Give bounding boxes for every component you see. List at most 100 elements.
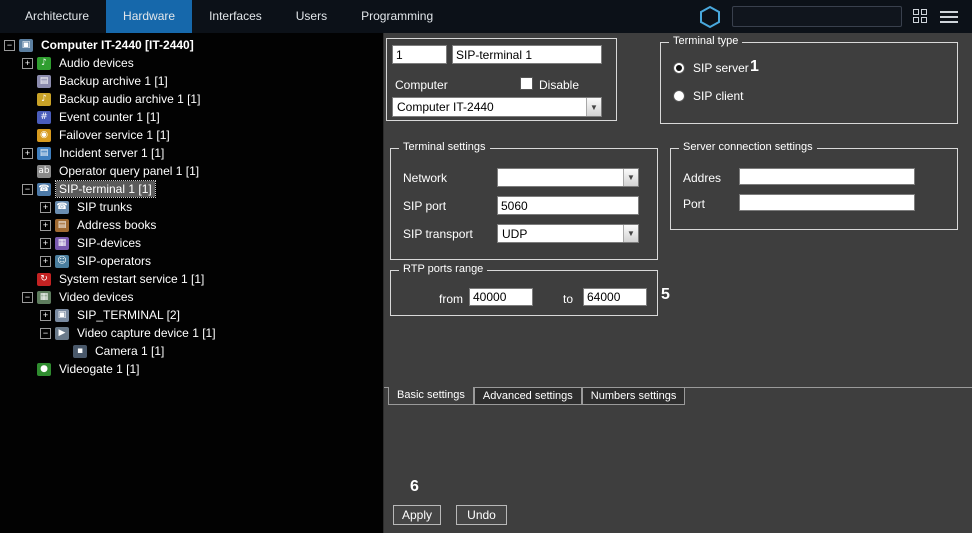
tree-item-address-books[interactable]: + ▤ Address books	[0, 216, 383, 234]
tree-item-videogate-1-1[interactable]: ●Videogate 1 [1]	[0, 360, 383, 378]
app-window: ArchitectureHardwareInterfacesUsersProgr…	[0, 0, 972, 533]
tree-item-failover-service-1-1[interactable]: ◉Failover service 1 [1]	[0, 126, 383, 144]
sip-operators-icon: ☺	[55, 255, 69, 268]
incident-server-icon: ▤	[37, 147, 51, 160]
tree-item-label: SIP-terminal 1 [1]	[56, 181, 155, 197]
tree-item-label: Backup archive 1 [1]	[56, 73, 171, 89]
annotation-1: 1	[750, 58, 759, 76]
rtp-to-field[interactable]	[583, 288, 647, 306]
nav-item-users[interactable]: Users	[279, 0, 344, 33]
chevron-down-icon: ▼	[623, 169, 638, 186]
expander-icon[interactable]: +	[40, 238, 51, 249]
burger-bar	[940, 16, 958, 18]
event-counter-icon: #	[37, 111, 51, 124]
grid-cell	[921, 9, 927, 15]
tree-item-label: Event counter 1 [1]	[56, 109, 163, 125]
tree-item-system-restart-service-1-1[interactable]: ↻System restart service 1 [1]	[0, 270, 383, 288]
computer-select[interactable]: Computer IT-2440 ▼	[392, 97, 602, 117]
tree-item-sip-operators[interactable]: + ☺ SIP-operators	[0, 252, 383, 270]
tree-item-label: Backup audio archive 1 [1]	[56, 91, 203, 107]
search-input[interactable]	[732, 6, 902, 27]
identity-box: Computer Disable Computer IT-2440 ▼	[386, 38, 617, 121]
nav-item-hardware[interactable]: Hardware	[106, 0, 192, 33]
topbar-right	[699, 5, 972, 29]
backup-archive-icon: ▤	[37, 75, 51, 88]
radio-sip-client[interactable]	[673, 90, 685, 102]
tree-item-label: Address books	[74, 217, 159, 233]
object-id-field[interactable]	[392, 45, 447, 64]
tab-numbers-settings[interactable]: Numbers settings	[582, 388, 686, 405]
tab-advanced-settings[interactable]: Advanced settings	[474, 388, 582, 405]
network-select[interactable]: ▼	[497, 168, 639, 187]
tree-item-camera-1-1[interactable]: ▪ Camera 1 [1]	[0, 342, 383, 360]
sip-trunks-icon: ☎	[55, 201, 69, 214]
sip-port-label: SIP port	[403, 199, 446, 213]
tree-item-sip-terminal-2[interactable]: +▣SIP_TERMINAL [2]	[0, 306, 383, 324]
expander-icon[interactable]: −	[22, 184, 33, 195]
nav-item-programming[interactable]: Programming	[344, 0, 450, 33]
tree-item-backup-archive-1-1[interactable]: ▤ Backup archive 1 [1]	[0, 72, 383, 90]
tree-item-label: Camera 1 [1]	[92, 343, 167, 359]
expander-icon[interactable]: +	[40, 256, 51, 267]
video-camera-icon: ▣	[55, 309, 69, 322]
tree-item-backup-audio-archive-1-1[interactable]: ♪Backup audio archive 1 [1]	[0, 90, 383, 108]
camera-icon: ▪	[73, 345, 87, 358]
annotation-4: 4	[603, 223, 612, 241]
tree-item-sip-terminal-1-1[interactable]: −☎SIP-terminal 1 [1]	[0, 180, 383, 198]
object-name-field[interactable]	[452, 45, 602, 64]
tree-item-video-devices[interactable]: −▦Video devices	[0, 288, 383, 306]
tree-item-label: Video capture device 1 [1]	[74, 325, 219, 341]
expander-icon[interactable]: +	[40, 220, 51, 231]
computer-select-value: Computer IT-2440	[397, 100, 584, 114]
tree-item-operator-query-panel-1-1[interactable]: abOperator query panel 1 [1]	[0, 162, 383, 180]
address-books-icon: ▤	[55, 219, 69, 232]
disable-checkbox[interactable]	[520, 77, 533, 90]
port-field[interactable]	[739, 194, 915, 211]
radio-sip-server[interactable]	[673, 62, 685, 74]
main-menu: ArchitectureHardwareInterfacesUsersProgr…	[8, 0, 450, 33]
apply-button[interactable]: Apply	[393, 505, 441, 525]
expander-icon[interactable]: −	[40, 328, 51, 339]
sip-devices-icon: ▦	[55, 237, 69, 250]
hamburger-menu-icon[interactable]	[940, 11, 958, 23]
tree-item-audio-devices[interactable]: +♪Audio devices	[0, 54, 383, 72]
rtp-ports-caption: RTP ports range	[399, 263, 487, 275]
tree-item-label: SIP-operators	[74, 253, 154, 269]
terminal-settings-caption: Terminal settings	[399, 141, 490, 153]
terminal-type-option-sip-client[interactable]: SIP client	[673, 89, 743, 103]
grid-view-icon[interactable]	[913, 9, 929, 25]
chevron-down-icon: ▼	[623, 225, 638, 242]
port-label: Port	[683, 197, 705, 211]
tab-basic-settings[interactable]: Basic settings	[388, 387, 474, 405]
tree-item-label: Videogate 1 [1]	[56, 361, 143, 377]
terminal-type-option-sip-server[interactable]: SIP server	[673, 61, 749, 75]
annotation-5: 5	[661, 286, 670, 304]
nav-item-architecture[interactable]: Architecture	[8, 0, 106, 33]
expander-icon[interactable]: +	[22, 58, 33, 69]
expander-icon[interactable]: +	[40, 310, 51, 321]
rtp-from-field[interactable]	[469, 288, 533, 306]
undo-button[interactable]: Undo	[456, 505, 507, 525]
top-nav: ArchitectureHardwareInterfacesUsersProgr…	[0, 0, 972, 33]
expander-icon[interactable]: +	[22, 148, 33, 159]
tree-item-sip-trunks[interactable]: +☎SIP trunks	[0, 198, 383, 216]
nav-item-interfaces[interactable]: Interfaces	[192, 0, 279, 33]
burger-bar	[940, 11, 958, 13]
tree-item-sip-devices[interactable]: +▦SIP-devices	[0, 234, 383, 252]
sip-transport-select[interactable]: UDP ▼	[497, 224, 639, 243]
addres-field[interactable]	[739, 168, 915, 185]
expander-icon[interactable]: +	[40, 202, 51, 213]
rtp-to-label: to	[563, 292, 573, 306]
settings-tabs: Basic settingsAdvanced settingsNumbers s…	[384, 387, 972, 407]
grid-cell	[913, 17, 919, 23]
addres-label: Addres	[683, 171, 721, 185]
radio-label: SIP client	[693, 89, 743, 103]
chevron-down-icon: ▼	[586, 98, 601, 116]
expander-icon[interactable]: −	[4, 40, 15, 51]
tree-item-incident-server-1-1[interactable]: +▤Incident server 1 [1]	[0, 144, 383, 162]
terminal-type-group: Terminal type SIP serverSIP client	[660, 42, 958, 124]
tree-item-video-capture-device-1-1[interactable]: −▶Video capture device 1 [1]	[0, 324, 383, 342]
expander-icon[interactable]: −	[22, 292, 33, 303]
tree-item-event-counter-1-1[interactable]: # Event counter 1 [1]	[0, 108, 383, 126]
tree-item-computer-it-2440-it-2440[interactable]: −▣Computer IT-2440 [IT-2440]	[0, 36, 383, 54]
